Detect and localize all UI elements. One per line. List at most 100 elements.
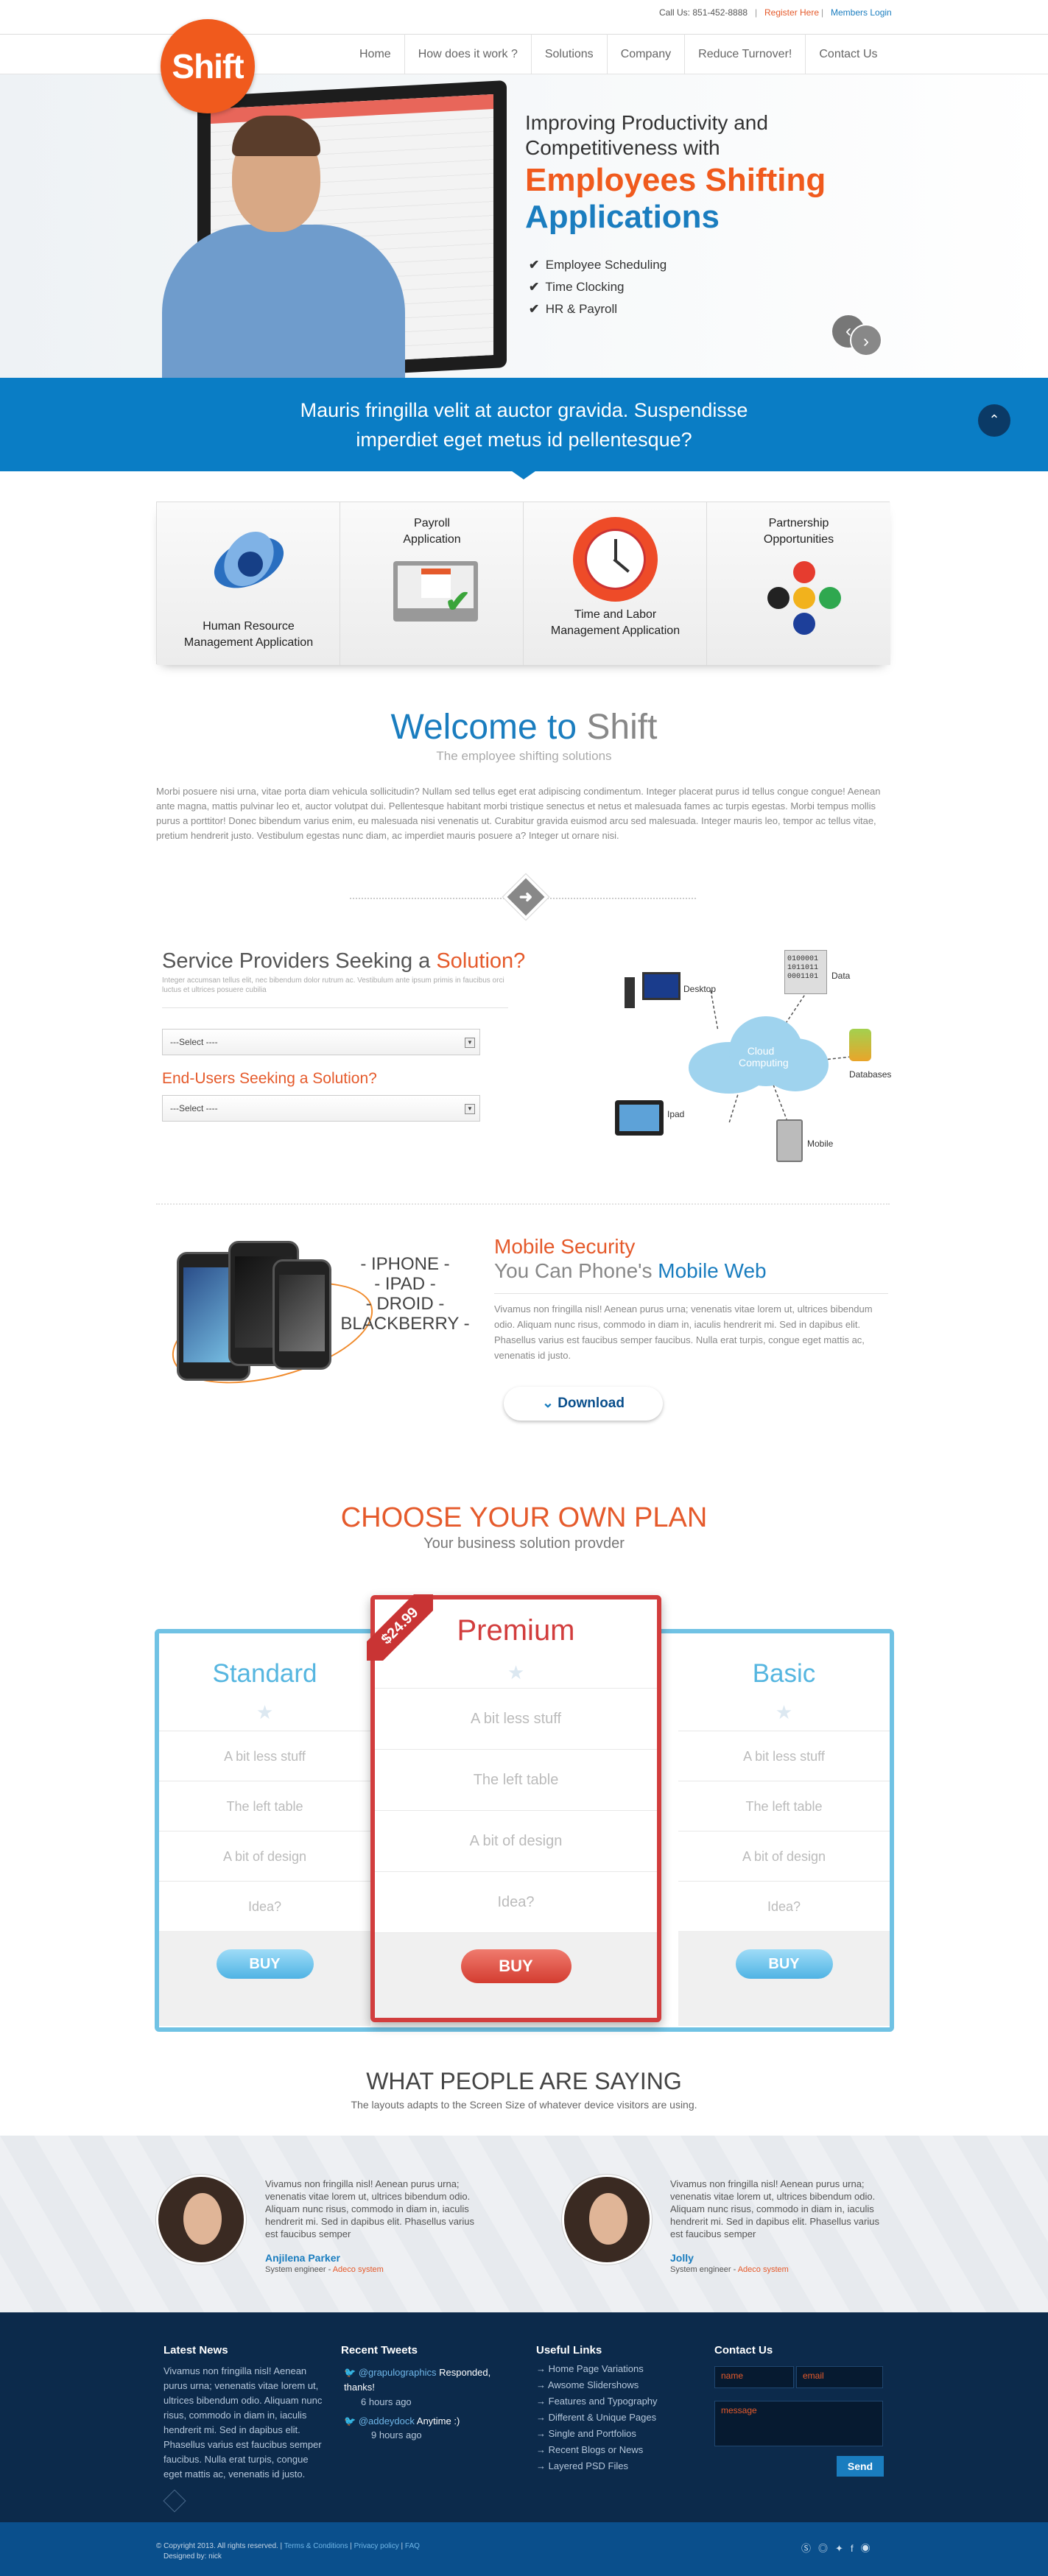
download-button[interactable]: ⌄ Download [504, 1387, 663, 1421]
rss-icon[interactable]: ◉ [861, 2543, 878, 2554]
footer-link[interactable]: → Awsome Slidershows [536, 2377, 658, 2393]
nav-reduce-turnover[interactable]: Reduce Turnover! [684, 34, 805, 74]
arrow-right-icon: › [850, 324, 882, 356]
plans-subtitle: Your business solution provder [423, 1535, 625, 1552]
mobile-icon [776, 1119, 803, 1162]
ipad-label: Ipad [667, 1109, 685, 1119]
hr-swirl-icon [206, 518, 292, 599]
facebook-icon[interactable]: f [851, 2543, 861, 2554]
plan-footer: BUY [375, 1932, 657, 2018]
mobile-body: Vivamus non fringilla nisl! Aenean purus… [494, 1303, 873, 1361]
plan-row: Idea? [678, 1881, 890, 1931]
divider [156, 1203, 890, 1205]
link-label: Single and Portfolios [548, 2428, 636, 2439]
faq-link[interactable]: FAQ [405, 2542, 420, 2550]
separator: | [755, 7, 758, 18]
plan-row: The left table [159, 1781, 370, 1831]
feature-label: Payroll [414, 517, 450, 529]
plan-row: Idea? [375, 1871, 657, 1932]
terms-link[interactable]: Terms & Conditions [284, 2542, 348, 2550]
data-icon: 0100001 1011011 0001101 [784, 950, 827, 994]
avatar [156, 2175, 246, 2264]
end-user-select[interactable]: ---Select ---- ▼ [162, 1095, 480, 1122]
hero-headline: Improving Productivity and Competitivene… [525, 110, 879, 236]
footer-link[interactable]: → Recent Blogs or News [536, 2442, 658, 2458]
email-field[interactable]: email [796, 2366, 883, 2388]
testimonial-text: Vivamus non fringilla nisl! Aenean purus… [670, 2178, 879, 2239]
welcome-title-b: Shift [586, 708, 658, 747]
mobile-subtitle: You Can Phone's Mobile Web [494, 1259, 767, 1283]
nav-solutions[interactable]: Solutions [530, 34, 607, 74]
welcome-title-a: Welcome to [390, 708, 587, 747]
price-label: $24.99 [367, 1594, 433, 1661]
desktop-icon [642, 972, 681, 1000]
link-label: Awsome Slidershows [547, 2379, 639, 2390]
cloud-label-a: Cloud [747, 1045, 775, 1057]
testimonial-role: System engineer - Adeco system [265, 2265, 384, 2274]
nav-contact[interactable]: Contact Us [805, 34, 890, 74]
nav-how-it-works[interactable]: How does it work ? [404, 34, 531, 74]
plan-footer: BUY [678, 1931, 890, 2026]
feature-payroll[interactable]: Payroll Application ✔ [340, 502, 524, 665]
dribbble-icon[interactable]: ◎ [818, 2543, 835, 2554]
hero-bullet: ✔ Employee Scheduling [529, 254, 667, 276]
feature-label: Time and Labor [574, 608, 657, 621]
tweet-handle[interactable]: @addeydock [359, 2415, 415, 2427]
hero-line-2: Competitiveness with [525, 136, 720, 159]
tweets-title: Recent Tweets [341, 2344, 418, 2357]
chevron-down-icon: ▼ [465, 1104, 475, 1114]
register-link[interactable]: Register Here [764, 7, 819, 18]
provider-select[interactable]: ---Select ---- ▼ [162, 1029, 480, 1055]
twitter-icon[interactable]: ✦ [835, 2543, 851, 2554]
link-label: Recent Blogs or News [548, 2444, 644, 2455]
buy-basic-button[interactable]: BUY [735, 1949, 833, 1979]
feature-hr[interactable]: Human Resource Management Application [157, 502, 340, 665]
copyright: © Copyright 2013. All rights reserved. |… [156, 2542, 420, 2561]
hero-bullet: ✔ Time Clocking [529, 276, 667, 298]
hero-banner [0, 74, 1048, 378]
plan-row: The left table [375, 1749, 657, 1810]
plans-title: CHOOSE YOUR OWN PLAN [340, 1502, 708, 1533]
privacy-link[interactable]: Privacy policy [354, 2542, 399, 2550]
scroll-up-button[interactable]: ⌃ [978, 404, 1010, 437]
footer-link[interactable]: → Different & Unique Pages [536, 2410, 658, 2426]
nav-company[interactable]: Company [606, 34, 684, 74]
band-pointer [509, 469, 538, 479]
feature-partnership[interactable]: Partnership Opportunities [707, 502, 890, 665]
footer-link[interactable]: → Home Page Variations [536, 2361, 658, 2377]
band-text: Mauris fringilla velit at auctor gravida… [0, 395, 1048, 454]
hero-person-image [162, 116, 405, 379]
copyright-text: © Copyright 2013. All rights reserved. [156, 2542, 278, 2550]
tablet-icon [615, 1100, 664, 1136]
logo[interactable]: Shift [161, 19, 255, 113]
send-button[interactable]: Send [837, 2456, 884, 2477]
social-icons: Ⓢ◎✦f◉ [801, 2541, 878, 2555]
nav-home[interactable]: Home [346, 34, 404, 74]
testimonial-name[interactable]: Jolly [670, 2252, 694, 2264]
footer-link[interactable]: → Layered PSD Files [536, 2458, 658, 2474]
testimonials-subtitle: The layouts adapts to the Screen Size of… [351, 2099, 697, 2111]
tweet: 🐦 @addeydock Anytime :) [344, 2414, 521, 2429]
twitter-icon: 🐦 [344, 2415, 356, 2427]
plan-row: A bit of design [678, 1831, 890, 1881]
members-login-link[interactable]: Members Login [831, 7, 892, 18]
designed-by: Designed by: nick [163, 2552, 222, 2561]
plan-row: A bit of design [375, 1810, 657, 1871]
feature-time-labor[interactable]: Time and Labor Management Application [524, 502, 707, 665]
skype-icon[interactable]: Ⓢ [801, 2543, 818, 2554]
star-icon: ★ [256, 1701, 274, 1723]
slider-swap-button[interactable]: ‹ › [832, 315, 885, 356]
separator: | [821, 7, 824, 18]
footer-link[interactable]: → Single and Portfolios [536, 2426, 658, 2442]
company-text: Adeco system [332, 2265, 384, 2274]
name-field[interactable]: name [714, 2366, 794, 2388]
tweet-handle[interactable]: @grapulographics [359, 2367, 437, 2378]
service-title-b: Solution? [436, 949, 526, 973]
buy-standard-button[interactable]: BUY [216, 1949, 314, 1979]
select-value: ---Select ---- [170, 1103, 218, 1113]
footer-link[interactable]: → Features and Typography [536, 2393, 658, 2410]
message-field[interactable]: message [714, 2401, 883, 2446]
testimonial-name[interactable]: Anjilena Parker [265, 2252, 340, 2264]
buy-premium-button[interactable]: BUY [460, 1949, 572, 1983]
feature-label: Management Application [183, 636, 314, 649]
